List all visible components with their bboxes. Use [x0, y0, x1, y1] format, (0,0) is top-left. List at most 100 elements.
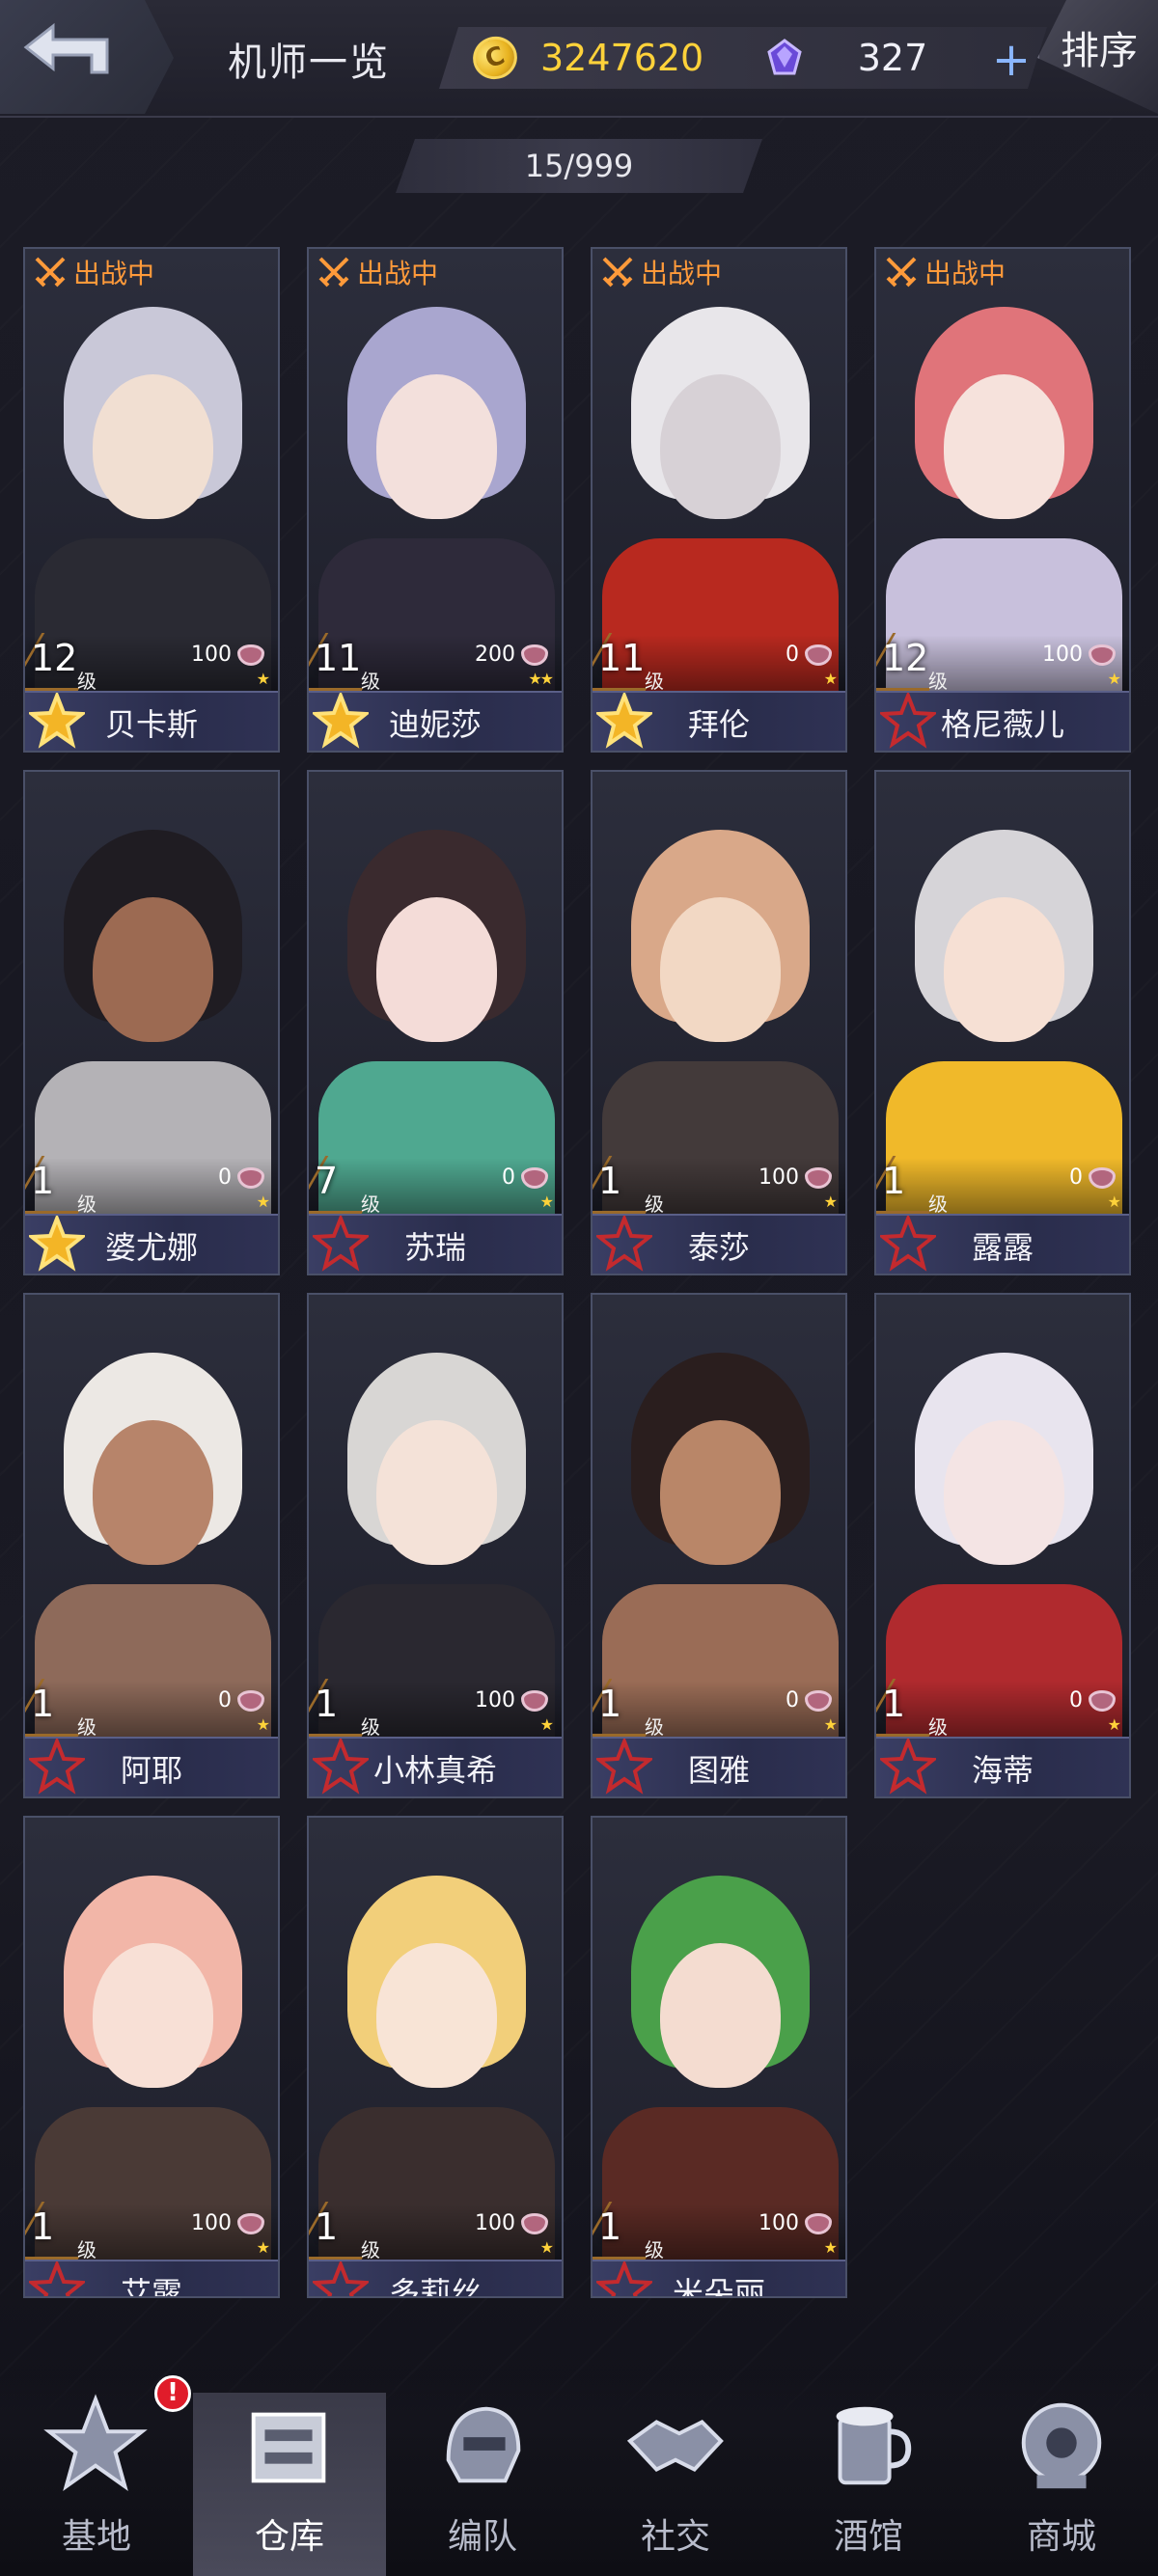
nav-item-mech-helmet[interactable]: 编队 [386, 2393, 579, 2576]
star-rank-icon [313, 1216, 369, 1272]
portrait-face [660, 1420, 781, 1565]
nav-item-base-emblem[interactable]: 基地 [0, 2393, 193, 2576]
pilot-level: 11 [598, 637, 646, 679]
page-title-plate: 机师一览 [183, 21, 434, 96]
pilot-card[interactable]: 1 级 0 ★ 露露 [874, 770, 1131, 1275]
gem-icon [767, 39, 802, 75]
pilot-card[interactable]: 1 级 0 ★ 海蒂 [874, 1293, 1131, 1798]
pilot-stars: ★ [1107, 1192, 1121, 1211]
pilot-stars: ★ [1107, 670, 1121, 688]
deployed-status-tag: 出战中 [317, 255, 438, 289]
pilot-stars: ★ [539, 2238, 554, 2257]
add-gems-button[interactable]: + [984, 37, 1038, 87]
level-unit: 级 [361, 670, 380, 693]
page-title: 机师一览 [228, 41, 390, 85]
crossed-swords-icon [318, 257, 349, 288]
pilot-card[interactable]: 1 级 100 ★ 米朵丽 [591, 1816, 847, 2298]
pilot-level: 12 [31, 637, 78, 679]
pilot-level: 1 [315, 1683, 339, 1725]
pilot-level: 7 [315, 1160, 339, 1202]
pilot-stars: ★ [256, 1715, 270, 1734]
pilot-card[interactable]: 1 级 0 ★ 图雅 [591, 1293, 847, 1798]
roster-count: 15/999 [524, 148, 634, 184]
pilot-card[interactable]: 1 级 0 ★ 阿耶 [23, 1293, 280, 1798]
status-label: 出战中 [357, 258, 439, 289]
pilot-card[interactable]: 12 级 100 ★ 格尼薇儿 出战中 [874, 247, 1131, 753]
pilot-stat-value: 0 [218, 1165, 232, 1190]
portrait-face [93, 1943, 213, 2088]
beer-mug-icon [836, 2406, 912, 2485]
pilot-level: 1 [882, 1683, 906, 1725]
pilot-stat-value: 0 [502, 1165, 515, 1190]
crossed-swords-icon [35, 257, 66, 288]
pilot-level: 1 [598, 2206, 622, 2248]
nav-label: 仓库 [254, 2517, 324, 2557]
mech-helmet-icon [446, 2406, 521, 2483]
gem-count: 327 [857, 37, 928, 79]
pilot-level: 11 [315, 637, 362, 679]
pilot-card[interactable]: 1 级 100 ★ 多莉丝 [307, 1816, 564, 2298]
star-rank-icon [313, 1739, 369, 1795]
deployed-status-tag: 出战中 [600, 255, 722, 289]
sort-label: 排序 [1061, 29, 1138, 73]
back-button[interactable] [0, 0, 174, 114]
pilot-stars: ★ [823, 2238, 838, 2257]
pilot-stars: ★ [823, 670, 838, 688]
deployed-status-tag: 出战中 [884, 255, 1006, 289]
level-unit: 级 [77, 1715, 96, 1739]
pilot-stars: ★ [539, 1715, 554, 1734]
roster-count-plate: 15/999 [396, 139, 762, 193]
pilot-card[interactable]: 7 级 0 ★ 苏瑞 [307, 770, 564, 1275]
pilot-card[interactable]: 11 级 200 ★★ 迪妮莎 出战中 [307, 247, 564, 753]
pilot-stat-value: 100 [1042, 643, 1083, 667]
pilot-stat-value: 0 [218, 1688, 232, 1713]
level-unit: 级 [928, 1192, 948, 1216]
nav-label: 酒馆 [833, 2517, 903, 2557]
star-rank-icon [29, 2261, 85, 2296]
star-rank-icon [880, 1739, 936, 1795]
pilot-stat-value: 100 [191, 643, 232, 667]
portrait-face [376, 1943, 497, 2088]
base-emblem-icon [43, 2394, 148, 2492]
pilot-level: 12 [882, 637, 929, 679]
nav-label: 商城 [1026, 2517, 1096, 2557]
portrait-face [944, 1420, 1064, 1565]
star-rank-icon [313, 2261, 369, 2296]
level-unit: 级 [77, 670, 96, 693]
star-rank-icon [596, 1216, 652, 1272]
pilot-level: 1 [598, 1683, 622, 1725]
level-unit: 级 [361, 1715, 380, 1739]
pilot-stat-value: 0 [1069, 1165, 1083, 1190]
portrait-face [944, 897, 1064, 1042]
pilot-card[interactable]: 1 级 100 ★ 小林真希 [307, 1293, 564, 1798]
pilot-card[interactable]: 11 级 0 ★ 拜伦 出战中 [591, 247, 847, 753]
portrait-face [93, 374, 213, 519]
level-unit: 级 [77, 1192, 96, 1216]
pilot-stat-value: 100 [475, 2211, 515, 2235]
pilot-stars: ★ [256, 1192, 270, 1211]
status-label: 出战中 [73, 258, 155, 289]
nav-item-handshake[interactable]: 社交 [579, 2393, 772, 2576]
pilot-stat-value: 100 [758, 1165, 799, 1190]
level-unit: 级 [645, 670, 664, 693]
pilot-stat-value: 0 [786, 643, 799, 667]
nav-item-warehouse-box[interactable]: 仓库 [193, 2393, 386, 2576]
pilot-card[interactable]: 12 级 100 ★ 贝卡斯 出战中 [23, 247, 280, 753]
nav-label: 编队 [447, 2517, 517, 2557]
portrait-face [660, 897, 781, 1042]
level-unit: 级 [77, 2238, 96, 2261]
crossed-swords-icon [886, 257, 917, 288]
deployed-status-tag: 出战中 [33, 255, 154, 289]
pilot-card[interactable]: 1 级 0 ★ 婆尤娜 [23, 770, 280, 1275]
pilot-stars: ★★ [528, 670, 554, 688]
pilot-card[interactable]: 1 级 100 ★ 艾露 [23, 1816, 280, 2298]
star-rank-icon [29, 1216, 85, 1272]
pilot-stars: ★ [256, 2238, 270, 2257]
portrait-face [376, 897, 497, 1042]
portrait-face [93, 897, 213, 1042]
pilot-stat-value: 0 [1069, 1688, 1083, 1713]
pilot-stat-value: 100 [475, 1688, 515, 1713]
nav-item-beer-mug[interactable]: 酒馆 [772, 2393, 965, 2576]
nav-item-robot-orb[interactable]: 商城 [965, 2393, 1158, 2576]
pilot-card[interactable]: 1 级 100 ★ 泰莎 [591, 770, 847, 1275]
